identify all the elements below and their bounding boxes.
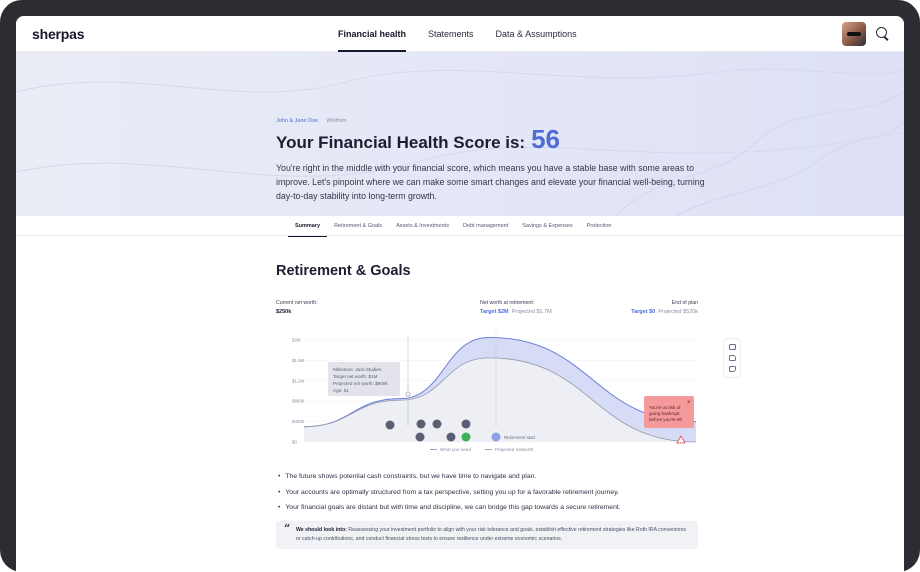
thumbs-up-icon[interactable]	[728, 354, 736, 361]
milestone-tooltip-line: Age: 51	[333, 388, 349, 393]
goal-achieved-icon[interactable]	[461, 432, 471, 442]
tabs-list: Summary Retirement & Goals Assets & Inve…	[288, 216, 619, 237]
current-net-worth-value: $250k	[276, 309, 292, 315]
insight-item: Your financial goals are distant but wit…	[278, 500, 718, 516]
end-of-plan-label: End of plan	[671, 300, 698, 306]
milestone-tooltip: Milestone: Jack Studies Target net worth…	[328, 362, 400, 396]
goal-icon[interactable]	[416, 419, 426, 429]
risk-tooltip-line: before you're 90	[649, 417, 683, 422]
retirement-chart: $0$400k$800k$1.2M$1.6M$2M 37384042444648…	[292, 332, 697, 445]
y-tick-label: $400k	[292, 419, 305, 424]
current-net-worth: Current net worth: $250k	[276, 300, 318, 315]
main-nav: Financial health Statements Data & Assum…	[338, 16, 577, 52]
hero-banner: John & Jane Doe Whitfom Your Financial H…	[16, 52, 904, 216]
search-icon[interactable]	[876, 26, 890, 41]
retirement-net-worth-label: Net worth at retirement:	[480, 300, 535, 306]
y-axis-ticks: $0 $400k $800k $1.2M $1.6M $2M	[292, 338, 305, 445]
current-net-worth-label: Current net worth:	[276, 300, 318, 306]
tab-protection[interactable]: Protection	[580, 216, 619, 236]
end-of-plan: End of plan Target $0 Projected $520k	[624, 300, 698, 315]
section-title: Retirement & Goals	[276, 263, 411, 279]
milestone-tooltip-line: Target net worth: $1M	[333, 374, 378, 379]
comment-icon[interactable]	[728, 344, 736, 351]
retirement-start-label: Retirement start	[504, 435, 536, 440]
score-description: You're right in the middle with your fin…	[276, 163, 705, 201]
score-title: Your Financial Health Score is:	[276, 133, 526, 152]
top-right-controls	[842, 21, 890, 46]
insight-item: Your accounts are optimally structured f…	[278, 485, 718, 501]
chart-legend: What you need Projected networth	[430, 447, 533, 452]
legend-projected: Projected networth	[484, 447, 533, 452]
close-icon[interactable]: ×	[687, 400, 691, 406]
avatar[interactable]	[842, 21, 866, 46]
hero-content: John & Jane Doe Whitfom Your Financial H…	[276, 118, 716, 203]
recommendation-note: “ We should look into: Reassessing your …	[276, 521, 698, 549]
y-tick-label: $0	[292, 440, 297, 445]
note-lead: We should look into:	[296, 527, 347, 533]
nav-financial-health[interactable]: Financial health	[338, 16, 407, 52]
quote-icon: “	[284, 522, 291, 535]
nav-data-assumptions[interactable]: Data & Assumptions	[496, 16, 577, 52]
owner-name: John & Jane Doe	[276, 118, 319, 124]
app-screen: sherpas Financial health Statements Data…	[16, 16, 904, 572]
owner-edit-link[interactable]: Whitfom	[326, 118, 346, 124]
goal-icon[interactable]	[415, 432, 425, 442]
goal-icon[interactable]	[446, 432, 456, 442]
goal-icon[interactable]	[385, 420, 395, 430]
tab-summary[interactable]: Summary	[288, 216, 328, 237]
owner-row: John & Jane Doe Whitfom	[276, 118, 716, 124]
risk-tooltip-line: going bankrupt	[649, 411, 680, 416]
goal-icon[interactable]	[432, 419, 442, 429]
milestone-tooltip-line: Projected net worth: $900k	[333, 381, 388, 386]
legend-need: What you need	[430, 447, 471, 452]
end-target: Target $0	[631, 309, 656, 315]
milestone-tooltip-line: Milestone: Jack Studies	[333, 367, 382, 372]
score-value: 56	[531, 124, 561, 154]
retirement-target: Target $2M	[480, 309, 509, 315]
section-tabs: Summary Retirement & Goals Assets & Inve…	[16, 216, 904, 237]
retirement-start-icon[interactable]	[491, 432, 501, 442]
tab-debt-management[interactable]: Debt management	[456, 216, 515, 236]
tab-savings-expenses[interactable]: Savings & Expenses	[515, 216, 579, 236]
goal-icon[interactable]	[461, 419, 471, 429]
note-text: Reassessing your investment portfolio to…	[296, 527, 686, 542]
risk-tooltip-line: You're at risk of	[649, 405, 681, 410]
nav-statements[interactable]: Statements	[428, 16, 474, 52]
y-tick-label: $2M	[292, 338, 301, 343]
tab-assets-investments[interactable]: Assets & Investments	[389, 216, 456, 236]
y-tick-label: $1.6M	[292, 358, 305, 363]
y-tick-label: $1.2M	[292, 378, 305, 383]
top-navigation: sherpas Financial health Statements Data…	[16, 16, 904, 52]
end-projected: Projected $520k	[658, 309, 698, 315]
insight-list: The future shows potential cash constrai…	[278, 469, 718, 516]
logo[interactable]: sherpas	[32, 26, 84, 42]
feedback-toolbar	[723, 338, 741, 378]
insight-item: The future shows potential cash constrai…	[278, 469, 718, 485]
retirement-net-worth: Net worth at retirement: Target $2M Proj…	[480, 300, 552, 315]
retirement-projected: Projected $1.7M	[511, 309, 552, 315]
thumbs-down-icon[interactable]	[728, 365, 736, 372]
device-frame: sherpas Financial health Statements Data…	[0, 0, 920, 572]
milestone-point[interactable]	[405, 391, 411, 397]
score-row: Your Financial Health Score is: 56	[276, 126, 716, 153]
tab-retirement-goals[interactable]: Retirement & Goals	[327, 216, 389, 236]
y-tick-label: $800k	[292, 399, 305, 404]
